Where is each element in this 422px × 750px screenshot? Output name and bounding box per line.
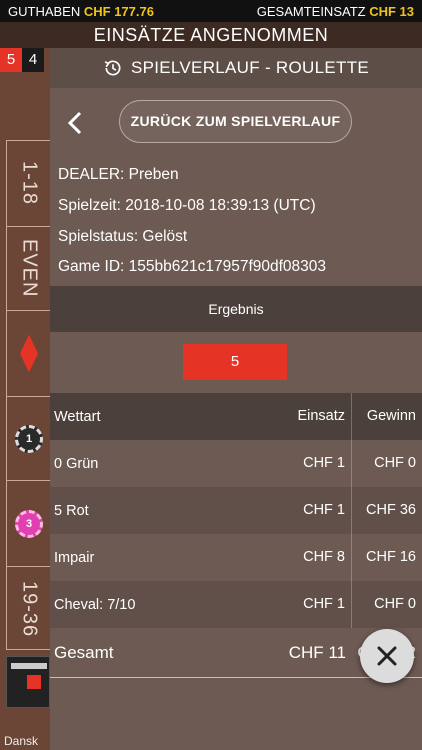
- bets-table-header: Wettart Einsatz Gewinn: [50, 393, 422, 440]
- stake-cell: CHF 1: [283, 440, 352, 487]
- balance: GUTHABEN CHF 177.76: [8, 4, 154, 19]
- bet-1-18-label: 1-18: [18, 161, 41, 206]
- dealer-info: DEALER: Preben: [58, 166, 179, 183]
- bet-19-36-label: 19-36: [18, 580, 41, 638]
- bets-accepted-banner: EINSÄTZE ANGENOMMEN: [0, 22, 422, 48]
- panel-header: SPIELVERLAUF - ROULETTE: [50, 48, 422, 88]
- bet-1-18[interactable]: 1-18: [7, 141, 51, 227]
- bet-type-cell: 0 Grün: [54, 455, 99, 472]
- win-cell: CHF 16: [366, 549, 416, 565]
- balance-value: CHF 177.76: [83, 3, 154, 19]
- table-row: Cheval: 7/10 CHF 1 CHF 0: [50, 581, 422, 628]
- chip-black-value: 1: [25, 432, 33, 445]
- bet-type-cell: Impair: [54, 549, 95, 566]
- result-header: Ergebnis: [50, 286, 422, 332]
- win-cell: CHF 36: [366, 502, 416, 518]
- language-label[interactable]: Dansk: [4, 734, 38, 748]
- table-row: 0 Grün CHF 1 CHF 0: [50, 440, 422, 487]
- recent-result-red: 5: [0, 48, 22, 72]
- bet-odd[interactable]: 3: [7, 481, 51, 567]
- bet-even[interactable]: EVEN: [7, 227, 51, 311]
- total-stake: CHF 11: [288, 643, 346, 662]
- recent-result-black: 4: [22, 48, 44, 72]
- thumbnail-red-mark: [27, 675, 41, 689]
- bet-19-36[interactable]: 19-36: [7, 567, 51, 651]
- total-bet: GESAMTEINSATZ CHF 13: [257, 4, 414, 19]
- bet-type-cell: Cheval: 7/10: [54, 596, 136, 613]
- total-bet-label: GESAMTEINSATZ: [256, 3, 366, 19]
- balance-label: GUTHABEN: [8, 3, 81, 19]
- top-status-bar: GUTHABEN CHF 177.76 GESAMTEINSATZ CHF 13: [0, 0, 422, 22]
- bet-red[interactable]: [7, 311, 51, 397]
- history-clock-icon: [104, 60, 121, 76]
- result-number-badge: 5: [183, 344, 287, 380]
- bet-type-cell: 5 Rot: [54, 502, 89, 519]
- win-cell: CHF 0: [374, 455, 416, 471]
- col-header-bet-type: Wettart: [54, 408, 101, 425]
- red-diamond-icon: [20, 334, 38, 373]
- video-thumbnail[interactable]: [6, 656, 50, 708]
- game-time-info: Spielzeit: 2018-10-08 18:39:13 (UTC): [58, 197, 316, 214]
- chip-pink: 3: [15, 509, 43, 538]
- total-label: Gesamt: [54, 642, 114, 662]
- col-header-win: Gewinn: [366, 408, 416, 424]
- chip-black: 1: [15, 424, 43, 453]
- back-to-history-button[interactable]: ZURÜCK ZUM SPIELVERLAUF: [119, 100, 352, 143]
- bet-black[interactable]: 1: [7, 397, 51, 481]
- close-button[interactable]: [360, 629, 414, 683]
- outside-bets-strip: 1-18 EVEN 1 3 19-36: [6, 140, 51, 651]
- stake-cell: CHF 8: [283, 534, 352, 581]
- game-status-info: Spielstatus: Gelöst: [58, 228, 188, 245]
- back-chevron-icon[interactable]: [64, 110, 86, 136]
- bets-table: Wettart Einsatz Gewinn 0 Grün CHF 1 CHF …: [50, 393, 422, 678]
- table-row: 5 Rot CHF 1 CHF 36: [50, 487, 422, 534]
- stake-cell: CHF 1: [283, 487, 352, 534]
- col-header-stake: Einsatz: [283, 393, 352, 440]
- table-row: Impair CHF 8 CHF 16: [50, 534, 422, 581]
- thumbnail-bar: [11, 663, 47, 669]
- win-cell: CHF 0: [374, 596, 416, 612]
- panel-title: SPIELVERLAUF - ROULETTE: [130, 58, 370, 77]
- total-bet-value: CHF 13: [369, 3, 414, 19]
- stake-cell: CHF 1: [283, 581, 352, 628]
- close-icon: [377, 646, 397, 666]
- recent-results: 5 4: [0, 48, 44, 72]
- bet-even-label: EVEN: [18, 239, 41, 298]
- game-id-info: Game ID: 155bb621c17957f90df08303: [58, 258, 327, 275]
- chip-pink-value: 3: [25, 517, 33, 530]
